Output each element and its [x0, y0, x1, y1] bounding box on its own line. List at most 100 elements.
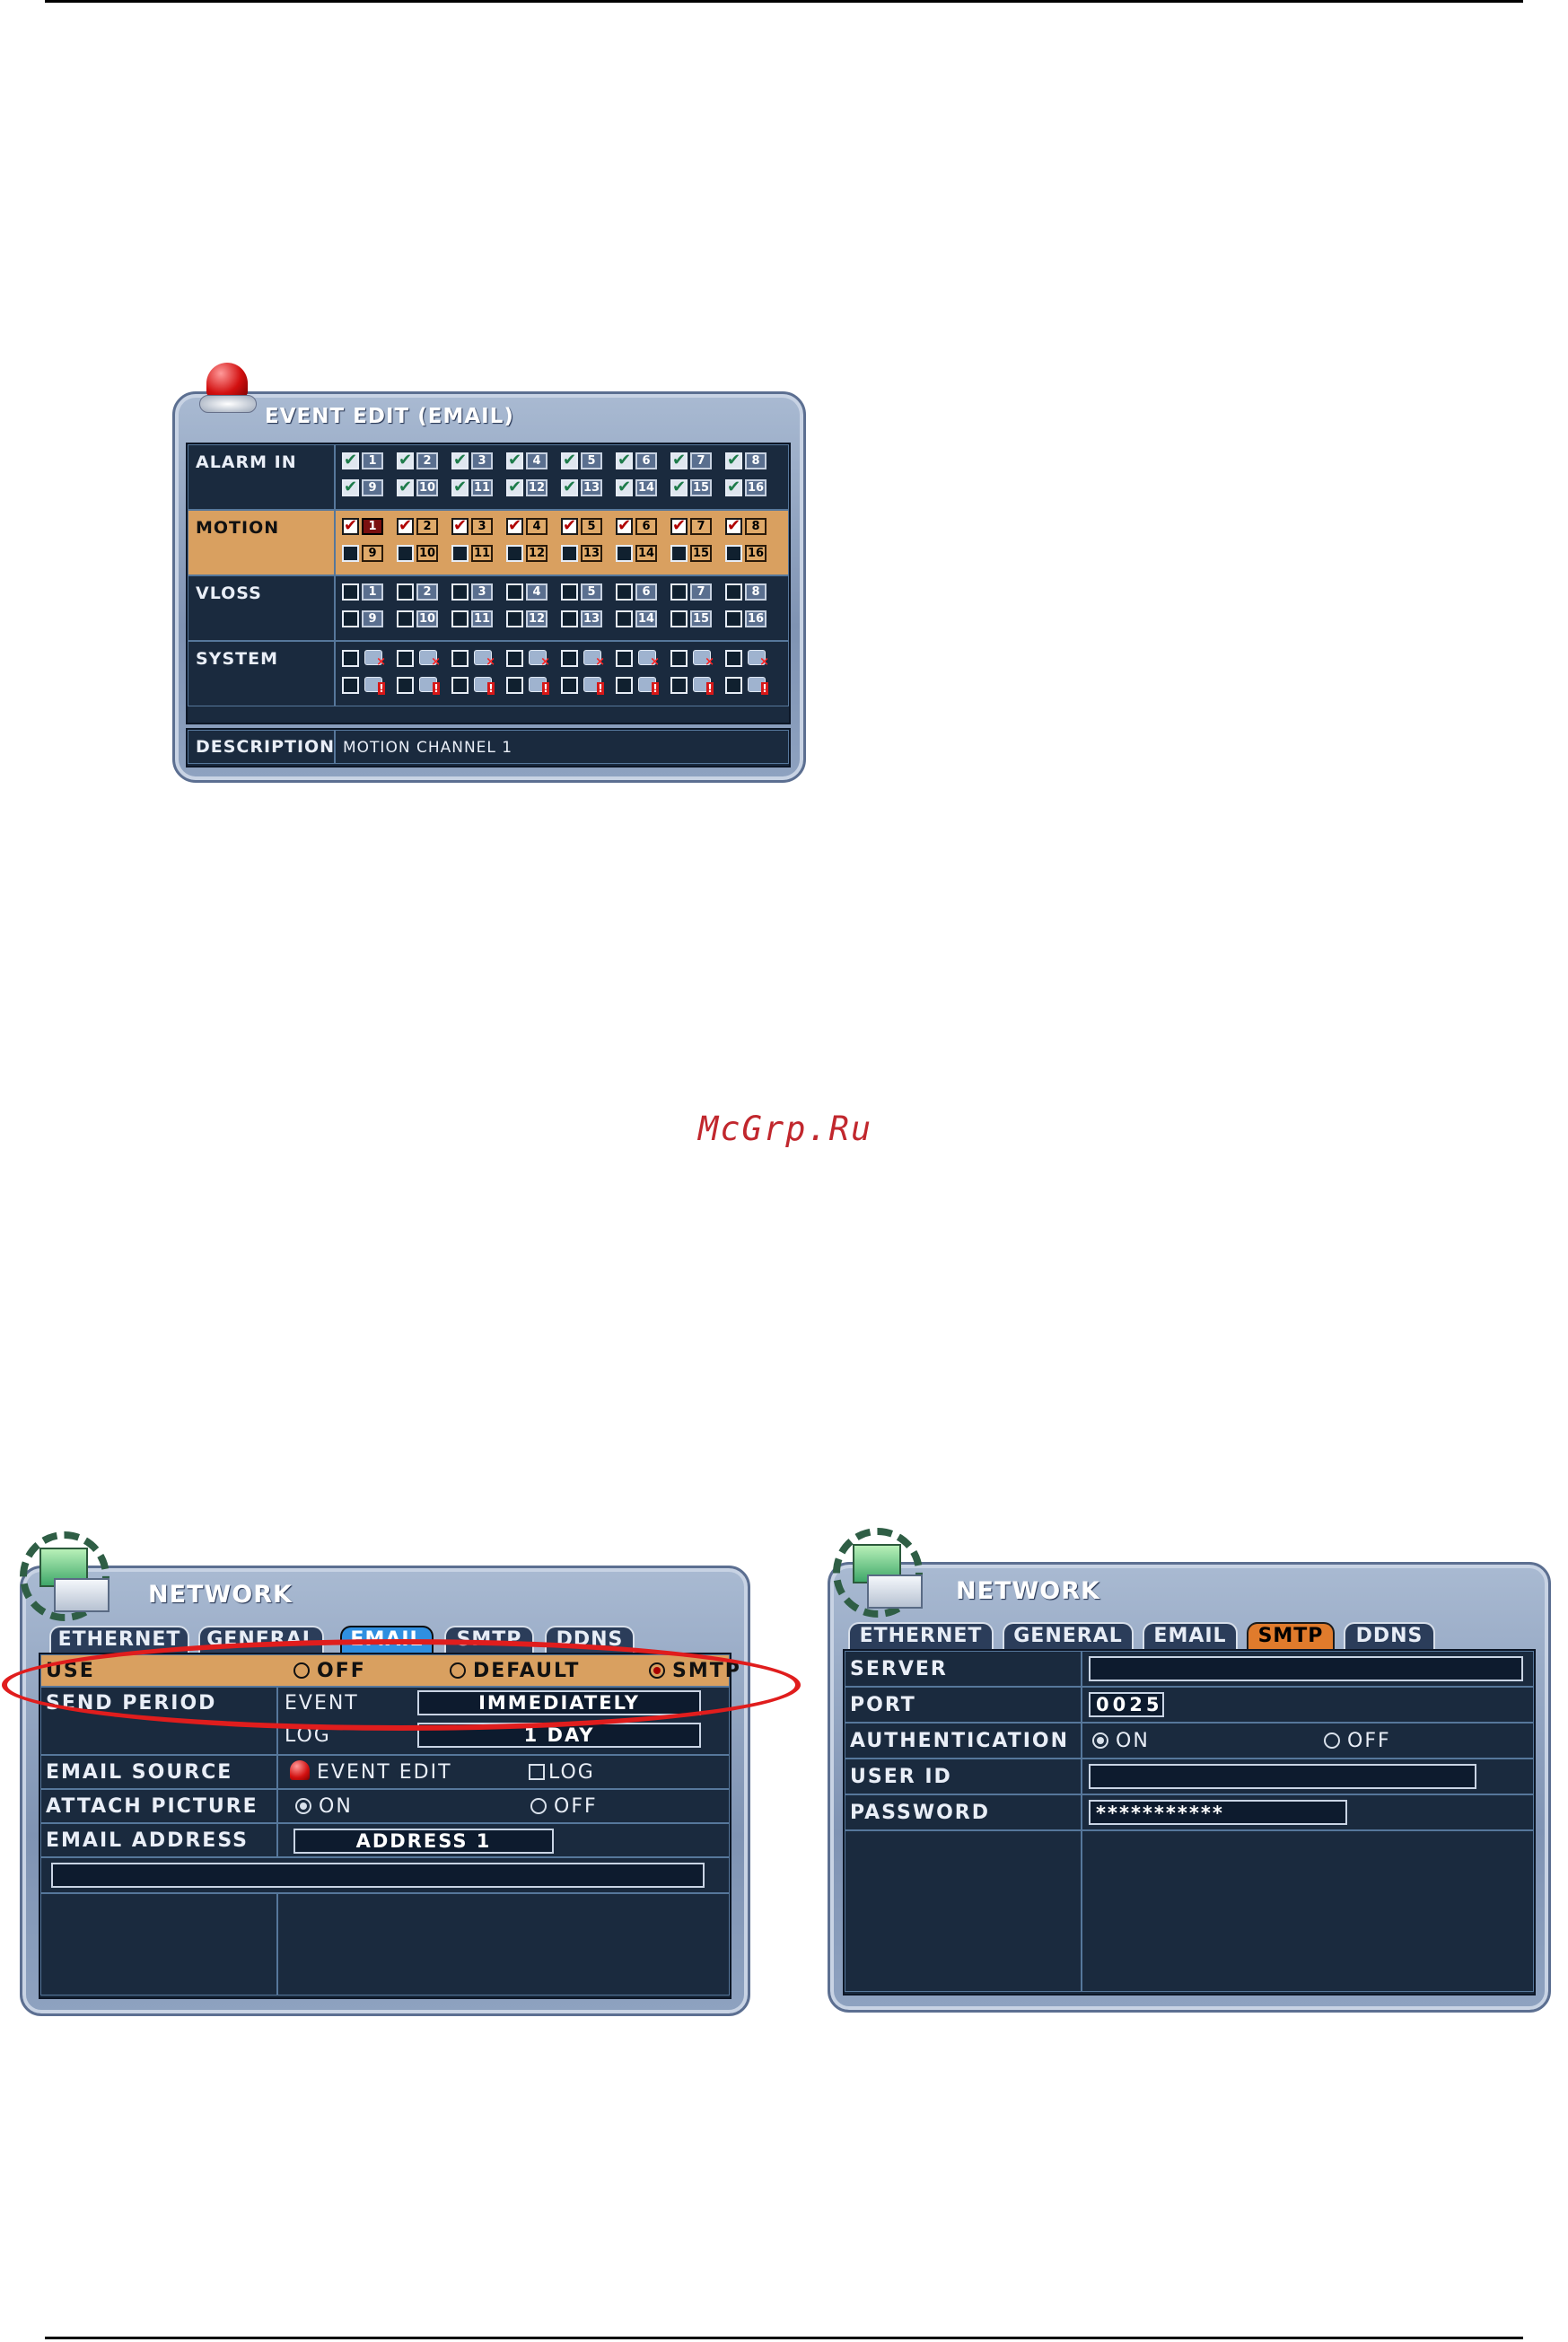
channel-checkbox[interactable] — [725, 583, 742, 601]
system-event-checkbox[interactable] — [397, 650, 414, 667]
channel-checkbox[interactable] — [451, 610, 469, 627]
channel-checkbox[interactable] — [397, 610, 414, 627]
auth-off-radio[interactable] — [1324, 1732, 1340, 1749]
channel-checkbox[interactable]: ✔ — [725, 452, 742, 469]
channel-checkbox[interactable]: ✔ — [670, 479, 688, 496]
channel-checkbox[interactable] — [561, 545, 578, 562]
email-address-select[interactable]: ADDRESS 1 — [293, 1829, 554, 1854]
channel-checkbox[interactable] — [670, 583, 688, 601]
description-value[interactable]: MOTION CHANNEL 1 — [335, 730, 789, 764]
tab-smtp[interactable]: SMTP — [444, 1626, 534, 1653]
channel-checkbox[interactable]: ✔ — [397, 518, 414, 535]
system-event-checkbox[interactable] — [616, 650, 633, 667]
channel-checkbox[interactable] — [451, 583, 469, 601]
channel-checkbox[interactable]: ✔ — [616, 518, 633, 535]
system-event-checkbox[interactable] — [397, 677, 414, 694]
log-label: LOG — [285, 1724, 331, 1747]
channel-number: 15 — [690, 610, 712, 627]
channel-checkbox[interactable]: ✔ — [725, 479, 742, 496]
tab-smtp[interactable]: SMTP — [1247, 1622, 1335, 1649]
channel-checkbox[interactable]: ✔ — [342, 452, 359, 469]
system-alert-icon: ! — [582, 675, 605, 695]
system-device-error-icon: × — [527, 648, 550, 668]
channel-checkbox[interactable] — [616, 545, 633, 562]
channel-checkbox[interactable]: ✔ — [725, 518, 742, 535]
channel-checkbox[interactable] — [342, 545, 359, 562]
channel-number: 8 — [745, 452, 766, 469]
userid-input[interactable] — [1089, 1764, 1476, 1789]
channel-checkbox[interactable]: ✔ — [561, 518, 578, 535]
email-source-event-edit[interactable]: EVENT EDIT — [317, 1761, 452, 1784]
auth-label: AUTHENTICATION — [850, 1730, 1070, 1752]
system-event-checkbox[interactable] — [451, 677, 469, 694]
channel-checkbox[interactable] — [397, 583, 414, 601]
log-period-select[interactable]: 1 DAY — [417, 1723, 701, 1748]
email-source-log-checkbox[interactable] — [529, 1764, 545, 1780]
channel-checkbox[interactable] — [725, 545, 742, 562]
use-off-radio[interactable] — [293, 1662, 310, 1679]
tab-ddns[interactable]: DDNS — [545, 1626, 635, 1653]
channel-checkbox[interactable] — [506, 583, 523, 601]
channel-checkbox[interactable] — [561, 610, 578, 627]
channel-checkbox[interactable]: ✔ — [342, 518, 359, 535]
system-event-checkbox[interactable] — [342, 677, 359, 694]
channel-checkbox[interactable] — [725, 610, 742, 627]
system-event-checkbox[interactable] — [506, 650, 523, 667]
system-event-checkbox[interactable] — [670, 677, 688, 694]
channel-checkbox[interactable]: ✔ — [397, 479, 414, 496]
system-event-checkbox[interactable] — [670, 650, 688, 667]
tab-general[interactable]: GENERAL — [1003, 1622, 1134, 1649]
use-default-radio[interactable] — [450, 1662, 466, 1679]
system-event-checkbox[interactable] — [725, 677, 742, 694]
channel-checkbox[interactable] — [342, 583, 359, 601]
system-event-checkbox[interactable] — [451, 650, 469, 667]
tab-ddns[interactable]: DDNS — [1344, 1622, 1435, 1649]
system-event-checkbox[interactable] — [561, 650, 578, 667]
tab-email[interactable]: EMAIL — [340, 1626, 434, 1653]
attach-on-radio[interactable] — [295, 1798, 311, 1814]
system-event-checkbox[interactable] — [342, 650, 359, 667]
channel-checkbox[interactable] — [616, 610, 633, 627]
channel-checkbox[interactable]: ✔ — [506, 452, 523, 469]
channel-checkbox[interactable] — [342, 610, 359, 627]
attach-off-radio[interactable] — [530, 1798, 547, 1814]
channel-checkbox[interactable] — [616, 583, 633, 601]
channel-checkbox[interactable]: ✔ — [561, 452, 578, 469]
tab-general[interactable]: GENERAL — [198, 1626, 324, 1653]
use-smtp-radio[interactable] — [649, 1662, 665, 1679]
channel-checkbox[interactable] — [670, 610, 688, 627]
channel-checkbox[interactable]: ✔ — [451, 452, 469, 469]
channel-checkbox[interactable] — [561, 583, 578, 601]
channel-checkbox[interactable]: ✔ — [506, 479, 523, 496]
channel-checkbox[interactable]: ✔ — [451, 518, 469, 535]
channel-checkbox[interactable] — [506, 545, 523, 562]
password-label: PASSWORD — [850, 1802, 991, 1824]
channel-number: 16 — [745, 610, 766, 627]
channel-checkbox[interactable] — [506, 610, 523, 627]
email-address-input[interactable] — [51, 1863, 705, 1888]
server-input[interactable] — [1089, 1656, 1523, 1681]
channel-checkbox[interactable]: ✔ — [397, 452, 414, 469]
port-input[interactable]: 0025 — [1089, 1692, 1164, 1717]
channel-checkbox[interactable] — [397, 545, 414, 562]
system-event-checkbox[interactable] — [725, 650, 742, 667]
channel-checkbox[interactable]: ✔ — [342, 479, 359, 496]
channel-checkbox[interactable]: ✔ — [616, 479, 633, 496]
system-event-checkbox[interactable] — [616, 677, 633, 694]
channel-checkbox[interactable]: ✔ — [561, 479, 578, 496]
channel-checkbox[interactable]: ✔ — [670, 518, 688, 535]
channel-checkbox[interactable]: ✔ — [451, 479, 469, 496]
system-event-checkbox[interactable] — [506, 677, 523, 694]
channel-checkbox[interactable] — [451, 545, 469, 562]
auth-on-radio[interactable] — [1092, 1732, 1108, 1749]
description-row: DESCRIPTION MOTION CHANNEL 1 — [186, 728, 791, 768]
channel-number: 9 — [362, 545, 383, 562]
event-period-select[interactable]: IMMEDIATELY — [417, 1690, 701, 1715]
password-input[interactable]: *********** — [1089, 1800, 1347, 1825]
channel-checkbox[interactable]: ✔ — [616, 452, 633, 469]
channel-checkbox[interactable]: ✔ — [670, 452, 688, 469]
channel-checkbox[interactable]: ✔ — [506, 518, 523, 535]
system-event-checkbox[interactable] — [561, 677, 578, 694]
tab-email[interactable]: EMAIL — [1143, 1622, 1238, 1649]
channel-checkbox[interactable] — [670, 545, 688, 562]
